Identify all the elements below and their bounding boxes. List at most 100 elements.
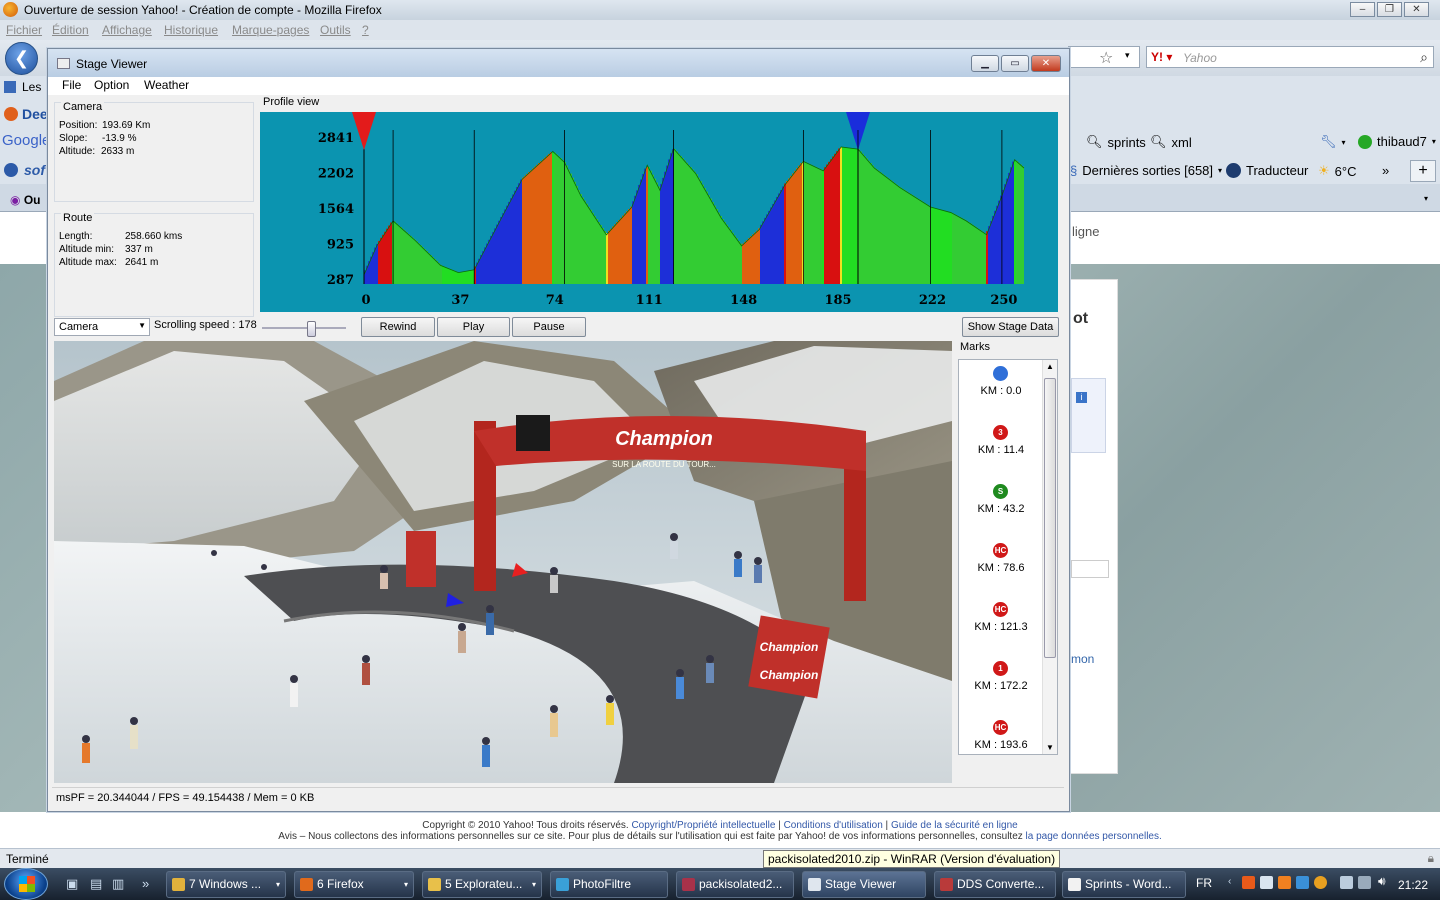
tray-app-icon[interactable]: [1296, 876, 1309, 889]
info-panel: Camera Position: 193.69 Km Slope: -13.9 …: [54, 96, 256, 317]
bookmark-sprints[interactable]: 🔍︎ sprints: [1086, 134, 1146, 150]
tray-cloud-icon[interactable]: [1260, 876, 1273, 889]
profile-segment: [756, 230, 758, 284]
scroll-down-icon[interactable]: ▼: [1046, 743, 1054, 752]
footer-link-terms[interactable]: Conditions d'utilisation: [784, 820, 883, 831]
menu-help[interactable]: ?: [362, 23, 369, 37]
taskbar-button-firefox[interactable]: 6 Firefox ▾: [294, 871, 414, 898]
language-indicator[interactable]: FR: [1196, 876, 1212, 890]
taskbar-button-winrar[interactable]: packisolated2...: [676, 871, 794, 898]
quicklaunch-icon[interactable]: ▥: [112, 876, 124, 892]
elevation-profile-chart[interactable]: 287 925 1564 2202 2841 0 37 74 111 148 185 222 250: [260, 112, 1058, 312]
login-input[interactable]: [1071, 560, 1109, 578]
taskbar-button-explorer[interactable]: 5 Explorateu... ▾: [422, 871, 542, 898]
monitor-icon[interactable]: [1358, 876, 1371, 889]
close-icon[interactable]: ✕: [1404, 2, 1429, 17]
taskbar-button-photofiltre[interactable]: PhotoFiltre: [550, 871, 668, 898]
quicklaunch-more-icon[interactable]: »: [142, 876, 149, 891]
profile-segment: [750, 236, 752, 284]
menu-file[interactable]: File: [62, 78, 81, 92]
url-dropdown-icon[interactable]: ▾: [1125, 50, 1130, 61]
bookmark-dee[interactable]: Dee: [4, 106, 48, 122]
menu-affichage[interactable]: Affichage: [102, 23, 152, 37]
mark-item[interactable]: S KM : 43.2: [959, 478, 1043, 537]
profile-segment: [938, 209, 940, 284]
camera-select[interactable]: Camera ▼: [54, 318, 150, 336]
menu-edition[interactable]: Édition: [52, 23, 89, 37]
tray-app-icon[interactable]: [1314, 876, 1327, 889]
restore-icon[interactable]: ❐: [1377, 2, 1402, 17]
profile-segment: [966, 220, 968, 284]
menu-marque-pages[interactable]: Marque-pages: [232, 23, 309, 37]
profile-segment: [652, 174, 654, 284]
taskbar-button-stage-viewer[interactable]: Stage Viewer: [802, 871, 926, 898]
card-link-fragment[interactable]: mon: [1071, 652, 1094, 666]
show-desktop-icon[interactable]: ▣: [66, 876, 78, 892]
pause-button[interactable]: Pause: [512, 317, 586, 337]
marks-scrollbar[interactable]: ▲ ▼: [1042, 360, 1057, 754]
mark-item[interactable]: HC KM : 121.3: [959, 596, 1043, 655]
close-icon[interactable]: ✕: [1031, 55, 1061, 72]
tray-expand-icon[interactable]: ‹: [1228, 876, 1241, 889]
mark-item[interactable]: 1 KM : 172.2: [959, 655, 1043, 714]
bookmark-les[interactable]: Les: [4, 80, 41, 94]
taskbar-button-word[interactable]: Sprints - Word...: [1062, 871, 1186, 898]
profile-segment: [808, 163, 810, 284]
menu-fichier[interactable]: Fichier: [6, 23, 42, 37]
new-tab-button[interactable]: +: [1410, 160, 1436, 182]
menu-historique[interactable]: Historique: [164, 23, 218, 37]
mark-item[interactable]: HC KM : 193.6: [959, 714, 1043, 754]
search-icon[interactable]: ⌕: [1420, 49, 1428, 66]
show-stage-data-button[interactable]: Show Stage Data: [962, 317, 1059, 337]
minimize-icon[interactable]: –: [1350, 2, 1375, 17]
footer-link-privacy[interactable]: la page données personnelles.: [1026, 831, 1162, 842]
scroll-up-icon[interactable]: ▲: [1046, 362, 1054, 371]
footer-notice: Avis – Nous collectons des informations …: [278, 831, 1023, 842]
profile-segment: [440, 264, 442, 284]
minimize-icon[interactable]: ▁: [971, 55, 999, 72]
tray-app-icon[interactable]: [1278, 876, 1291, 889]
rewind-button[interactable]: Rewind: [361, 317, 435, 337]
clock[interactable]: 21:22: [1398, 878, 1428, 892]
marks-list[interactable]: KM : 0.0 3 KM : 11.4 S KM : 43.2 HC KM : 78…: [958, 359, 1058, 755]
y-tick-label: 1564: [318, 202, 354, 217]
taskbar-button-windows[interactable]: 7 Windows ... ▾: [166, 871, 286, 898]
yahoo-logo-icon[interactable]: Y! ▾: [1151, 50, 1172, 64]
back-button[interactable]: ❮: [5, 42, 38, 75]
slider-thumb[interactable]: [307, 321, 316, 337]
scrolling-speed-slider[interactable]: [262, 321, 346, 337]
start-button[interactable]: [4, 868, 48, 900]
bookmark-releases[interactable]: § Dernières sorties [658] ▾: [1070, 163, 1222, 178]
tab-list-dropdown[interactable]: ▾: [1424, 194, 1428, 203]
3d-stage-view[interactable]: Champion SUR LA ROUTE DU TOUR... Champio…: [54, 341, 952, 783]
network-icon[interactable]: [1340, 876, 1353, 889]
more-bookmarks[interactable]: »: [1382, 163, 1389, 178]
mark-item[interactable]: HC KM : 78.6: [959, 537, 1043, 596]
mark-item[interactable]: KM : 0.0: [959, 360, 1043, 419]
footer-link-security[interactable]: Guide de la sécurité en ligne: [891, 820, 1018, 831]
taskbar-button-dds-converter[interactable]: DDS Converte...: [934, 871, 1056, 898]
search-box[interactable]: Y! ▾ Yahoo ⌕: [1146, 46, 1434, 68]
volume-icon[interactable]: 🔊︎: [1378, 874, 1391, 888]
mark-item[interactable]: 3 KM : 11.4: [959, 419, 1043, 478]
bookmark-translator[interactable]: Traducteur: [1226, 163, 1308, 178]
tab-yahoo[interactable]: ◉ Ou: [10, 193, 40, 207]
user-account[interactable]: thibaud7 ▾: [1358, 134, 1436, 149]
bookmark-xml[interactable]: 🔍︎ xml: [1150, 134, 1192, 150]
bookmark-star-icon[interactable]: ☆: [1099, 48, 1113, 68]
bookmark-sof[interactable]: sof: [4, 162, 45, 178]
weather-widget[interactable]: ☀ 6°C: [1318, 163, 1356, 179]
switch-windows-icon[interactable]: ▤: [90, 876, 102, 892]
google-toolbar-logo[interactable]: Google: [2, 132, 50, 149]
play-button[interactable]: Play: [437, 317, 510, 337]
url-bar-end[interactable]: ☆ ▾: [1068, 46, 1140, 68]
maximize-icon[interactable]: ▭: [1001, 55, 1029, 72]
stage-viewer-title-bar[interactable]: Stage Viewer ▁ ▭ ✕: [48, 49, 1069, 77]
menu-weather[interactable]: Weather: [144, 78, 189, 92]
footer-link-copyright[interactable]: Copyright/Propriété intellectuelle: [631, 820, 775, 831]
menu-option[interactable]: Option: [94, 78, 129, 92]
menu-outils[interactable]: Outils: [320, 23, 351, 37]
tools-wrench[interactable]: 🔧︎ ▾: [1320, 134, 1346, 150]
scrollbar-thumb[interactable]: [1044, 378, 1056, 658]
tray-app-icon[interactable]: [1242, 876, 1255, 889]
